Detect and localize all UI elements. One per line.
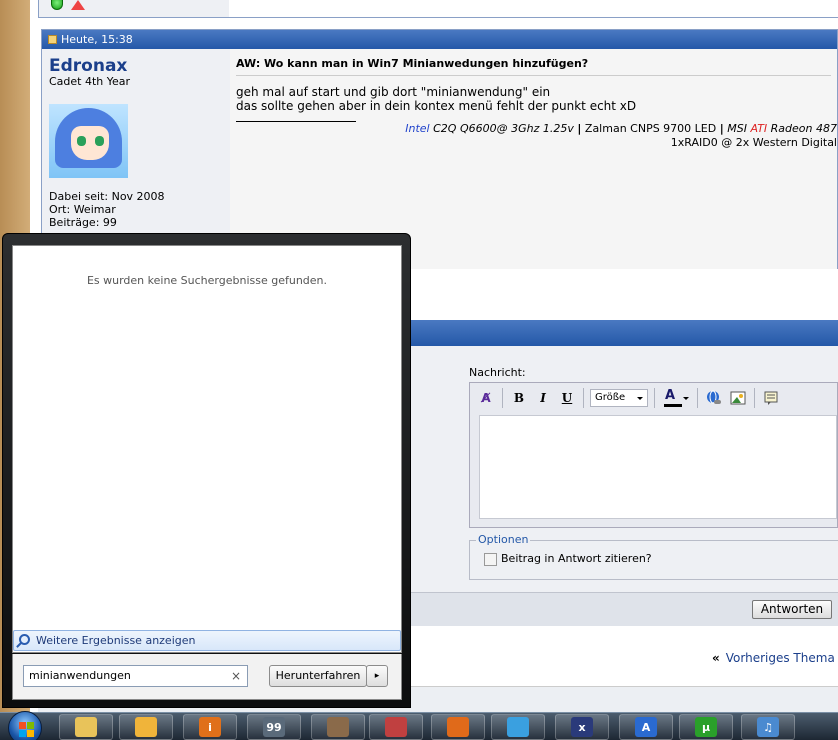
camera-icon (327, 717, 349, 737)
quote-icon[interactable] (761, 388, 781, 408)
post-body: geh mal auf start und gib dort "minianwe… (236, 85, 637, 113)
messenger-icon (507, 717, 529, 737)
start-search-input[interactable]: minianwendungen × (23, 665, 248, 687)
underline-button[interactable]: U (557, 388, 577, 408)
previous-post-footer (38, 0, 838, 18)
outlook-icon (135, 717, 157, 737)
itunes-icon: ♫ (757, 717, 779, 737)
post-title: AW: Wo kann man in Win7 Minianwedungen h… (236, 57, 831, 76)
taskbar-item-explorer[interactable] (59, 714, 113, 740)
quote-post-checkbox[interactable] (484, 553, 497, 566)
taskbar-item-outlook[interactable] (119, 714, 173, 740)
search-results-panel: Es wurden keine Suchergebnisse gefunden. (12, 245, 402, 653)
message-textarea[interactable] (479, 415, 837, 519)
no-results-message: Es wurden keine Suchergebnisse gefunden. (86, 274, 328, 287)
message-editor: A̸ B I U Größe A (469, 382, 838, 528)
insert-image-icon[interactable] (728, 388, 748, 408)
avatar (49, 104, 128, 178)
join-date: Dabei seit: Nov 2008 (49, 190, 165, 203)
previous-topic-marker: « (712, 651, 720, 665)
insert-link-icon[interactable] (704, 388, 724, 408)
start-search-pane: minianwendungen × Herunterfahren ▸ (12, 654, 402, 700)
user-location: Ort: Weimar (49, 203, 116, 216)
post-icon (48, 35, 57, 44)
quote-post-label[interactable]: Beitrag in Antwort zitieren? (501, 552, 652, 565)
taskbar-item-paint[interactable] (369, 714, 423, 740)
taskbar-item-camera[interactable] (311, 714, 365, 740)
post-header: Heute, 15:38 (42, 30, 837, 49)
previous-topic-nav: « Vorheriges Thema (712, 651, 835, 665)
taskbar-item-utorrent[interactable]: µ (679, 714, 733, 740)
editor-toolbar: A̸ B I U Größe A (470, 383, 837, 413)
start-button[interactable] (8, 711, 42, 740)
utorrent-icon: µ (695, 717, 717, 737)
previous-topic-link[interactable]: Vorheriges Thema (726, 651, 835, 665)
monitor-icon: 99 (263, 717, 285, 737)
start-menu: Es wurden keine Suchergebnisse gefunden.… (2, 233, 411, 708)
taskbar-item-firefox[interactable] (431, 714, 485, 740)
search-icon (19, 634, 30, 645)
taskbar: i 99 x Aµ ♫ (0, 711, 838, 740)
more-results-link[interactable]: Weitere Ergebnisse anzeigen (13, 630, 401, 651)
bold-button[interactable]: B (509, 388, 529, 408)
firefox-icon (447, 717, 469, 737)
report-warning-icon[interactable] (71, 0, 85, 10)
x-app-icon: x (571, 717, 593, 737)
font-color-button[interactable]: A (661, 388, 691, 408)
user-info: Dabei seit: Nov 2008 Ort: Weimar Beiträg… (49, 190, 223, 229)
signature: Intel C2Q Q6600@ 3Ghz 1.25v | Zalman CNP… (405, 122, 837, 149)
shutdown-options-arrow-icon[interactable]: ▸ (366, 665, 388, 687)
reply-button[interactable]: Antworten (752, 600, 832, 619)
italic-button[interactable]: I (533, 388, 553, 408)
shutdown-button[interactable]: Herunterfahren (269, 665, 367, 687)
clear-search-icon[interactable]: × (231, 666, 241, 686)
username-link[interactable]: Edronax (49, 57, 223, 75)
post-date: Heute, 15:38 (61, 33, 133, 46)
info-icon: i (199, 717, 221, 737)
user-title: Cadet 4th Year (49, 75, 131, 88)
taskbar-item-info[interactable]: i (183, 714, 237, 740)
taskbar-item-arrow-app[interactable]: A (619, 714, 673, 740)
options-legend: Optionen (476, 533, 531, 546)
post-count: Beiträge: 99 (49, 216, 117, 229)
taskbar-item-itunes[interactable]: ♫ (741, 714, 795, 740)
taskbar-item-monitor[interactable]: 99 (247, 714, 301, 740)
arrow-app-icon: A (635, 717, 657, 737)
remove-format-icon[interactable]: A̸ (476, 388, 496, 408)
paint-icon (385, 717, 407, 737)
taskbar-item-messenger[interactable] (491, 714, 545, 740)
font-size-select[interactable]: Größe (590, 389, 648, 407)
message-label: Nachricht: (469, 366, 526, 379)
explorer-icon (75, 717, 97, 737)
taskbar-item-x-app[interactable]: x (555, 714, 609, 740)
